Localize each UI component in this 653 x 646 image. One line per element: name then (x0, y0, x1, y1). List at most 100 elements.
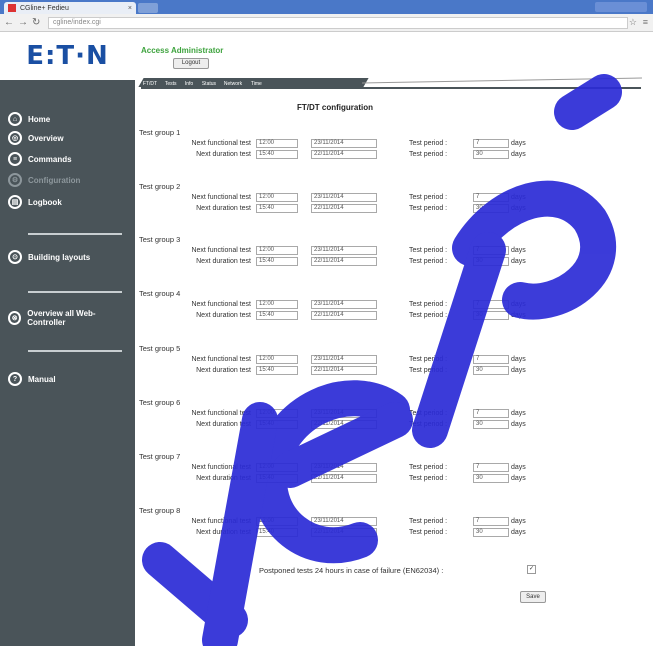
window-controls[interactable] (595, 2, 647, 12)
tabs-underline (141, 87, 641, 89)
duration-period-input[interactable]: 30 (473, 366, 509, 375)
sidebar-item-manual[interactable]: ? Manual (8, 372, 56, 386)
functional-period-input[interactable]: 7 (473, 517, 509, 526)
duration-period-input[interactable]: 30 (473, 420, 509, 429)
postponed-checkbox[interactable]: ✓ (527, 565, 536, 574)
test-period-label: Test period : (409, 518, 448, 525)
functional-period-input[interactable]: 7 (473, 300, 509, 309)
sidebar-item-home[interactable]: ⌂ Home (8, 112, 50, 126)
functional-test-label: Next functional test (191, 518, 251, 525)
favicon-icon (8, 4, 16, 12)
duration-time-input[interactable]: 15:40 (256, 204, 298, 213)
sidebar-divider (28, 350, 122, 352)
days-label: days (511, 301, 526, 308)
duration-date-input[interactable]: 22/11/2014 (311, 420, 377, 429)
browser-menu-icon[interactable]: ≡ (643, 17, 648, 27)
duration-period-input[interactable]: 30 (473, 150, 509, 159)
sidebar-item-commands[interactable]: ≡ Commands (8, 152, 72, 166)
home-icon: ⌂ (8, 112, 22, 126)
duration-date-input[interactable]: 22/11/2014 (311, 204, 377, 213)
duration-test-row: Next duration test 15:40 22/11/2014 Test… (139, 204, 569, 214)
bookmark-star-icon[interactable]: ☆ (629, 17, 637, 28)
functional-time-input[interactable]: 12:00 (256, 246, 298, 255)
functional-date-input[interactable]: 23/11/2014 (311, 355, 377, 364)
page-title: FT/DT configuration (297, 103, 373, 112)
duration-test-label: Next duration test (196, 151, 251, 158)
test-period-label: Test period : (409, 205, 448, 212)
functional-date-input[interactable]: 23/11/2014 (311, 517, 377, 526)
functional-time-input[interactable]: 12:00 (256, 517, 298, 526)
logout-button[interactable]: Logout (173, 58, 209, 69)
duration-time-input[interactable]: 15:40 (256, 528, 298, 537)
duration-time-input[interactable]: 15:40 (256, 474, 298, 483)
test-group-name: Test group 8 (139, 506, 181, 515)
functional-time-input[interactable]: 12:00 (256, 463, 298, 472)
sidebar-item-logbook[interactable]: ▤ Logbook (8, 195, 62, 209)
duration-time-input[interactable]: 15:40 (256, 366, 298, 375)
functional-date-input[interactable]: 23/11/2014 (311, 409, 377, 418)
duration-period-input[interactable]: 30 (473, 204, 509, 213)
duration-date-input[interactable]: 22/11/2014 (311, 474, 377, 483)
browser-tab[interactable]: CGline+ Fedieu × (4, 2, 136, 14)
functional-date-input[interactable]: 23/11/2014 (311, 193, 377, 202)
duration-period-input[interactable]: 30 (473, 311, 509, 320)
functional-time-input[interactable]: 12:00 (256, 355, 298, 364)
days-label: days (511, 151, 526, 158)
duration-date-input[interactable]: 22/11/2014 (311, 150, 377, 159)
tab-close-icon[interactable]: × (128, 5, 132, 12)
functional-time-input[interactable]: 12:00 (256, 300, 298, 309)
days-label: days (511, 247, 526, 254)
forward-icon[interactable]: → (18, 17, 28, 28)
functional-period-input[interactable]: 7 (473, 246, 509, 255)
address-bar: ← → ↻ cgline/index.cgi ☆ ≡ (0, 14, 653, 32)
duration-time-input[interactable]: 15:40 (256, 257, 298, 266)
days-label: days (511, 529, 526, 536)
functional-period-input[interactable]: 7 (473, 463, 509, 472)
functional-period-input[interactable]: 7 (473, 139, 509, 148)
duration-time-input[interactable]: 15:40 (256, 420, 298, 429)
test-group-name: Test group 5 (139, 344, 181, 353)
functional-period-input[interactable]: 7 (473, 409, 509, 418)
duration-test-label: Next duration test (196, 529, 251, 536)
sidebar-item-overview[interactable]: ◎ Overview (8, 131, 64, 145)
duration-date-input[interactable]: 22/11/2014 (311, 311, 377, 320)
duration-period-input[interactable]: 30 (473, 474, 509, 483)
duration-test-row: Next duration test 15:40 22/11/2014 Test… (139, 528, 569, 538)
test-period-label: Test period : (409, 258, 448, 265)
test-group: Test group 8 Next functional test 12:00 … (139, 506, 569, 538)
duration-test-row: Next duration test 15:40 22/11/2014 Test… (139, 474, 569, 484)
duration-test-row: Next duration test 15:40 22/11/2014 Test… (139, 420, 569, 430)
functional-date-input[interactable]: 23/11/2014 (311, 246, 377, 255)
functional-time-input[interactable]: 12:00 (256, 193, 298, 202)
sidebar-item-building-layouts[interactable]: ⊙ Building layouts (8, 250, 98, 264)
functional-time-input[interactable]: 12:00 (256, 139, 298, 148)
sidebar-item-overview-all[interactable]: ⊗ Overview all Web-Controller (8, 309, 126, 327)
reload-icon[interactable]: ↻ (32, 17, 40, 28)
duration-time-input[interactable]: 15:40 (256, 311, 298, 320)
functional-test-row: Next functional test 12:00 23/11/2014 Te… (139, 463, 569, 473)
test-group-name: Test group 6 (139, 398, 181, 407)
functional-period-input[interactable]: 7 (473, 355, 509, 364)
back-icon[interactable]: ← (4, 17, 14, 28)
url-input[interactable]: cgline/index.cgi (48, 17, 628, 29)
duration-period-input[interactable]: 30 (473, 257, 509, 266)
new-tab-button[interactable] (138, 3, 158, 13)
functional-time-input[interactable]: 12:00 (256, 409, 298, 418)
test-period-label: Test period : (409, 421, 448, 428)
duration-time-input[interactable]: 15:40 (256, 150, 298, 159)
save-button[interactable]: Save (520, 591, 546, 603)
duration-date-input[interactable]: 22/11/2014 (311, 528, 377, 537)
functional-date-input[interactable]: 23/11/2014 (311, 463, 377, 472)
functional-date-input[interactable]: 23/11/2014 (311, 300, 377, 309)
sidebar-item-configuration[interactable]: ⚙ Configuration (8, 173, 80, 187)
duration-date-input[interactable]: 22/11/2014 (311, 366, 377, 375)
functional-date-input[interactable]: 23/11/2014 (311, 139, 377, 148)
functional-test-row: Next functional test 12:00 23/11/2014 Te… (139, 409, 569, 419)
duration-date-input[interactable]: 22/11/2014 (311, 257, 377, 266)
days-label: days (511, 410, 526, 417)
duration-period-input[interactable]: 30 (473, 528, 509, 537)
duration-test-label: Next duration test (196, 475, 251, 482)
days-label: days (511, 356, 526, 363)
functional-period-input[interactable]: 7 (473, 193, 509, 202)
days-label: days (511, 194, 526, 201)
